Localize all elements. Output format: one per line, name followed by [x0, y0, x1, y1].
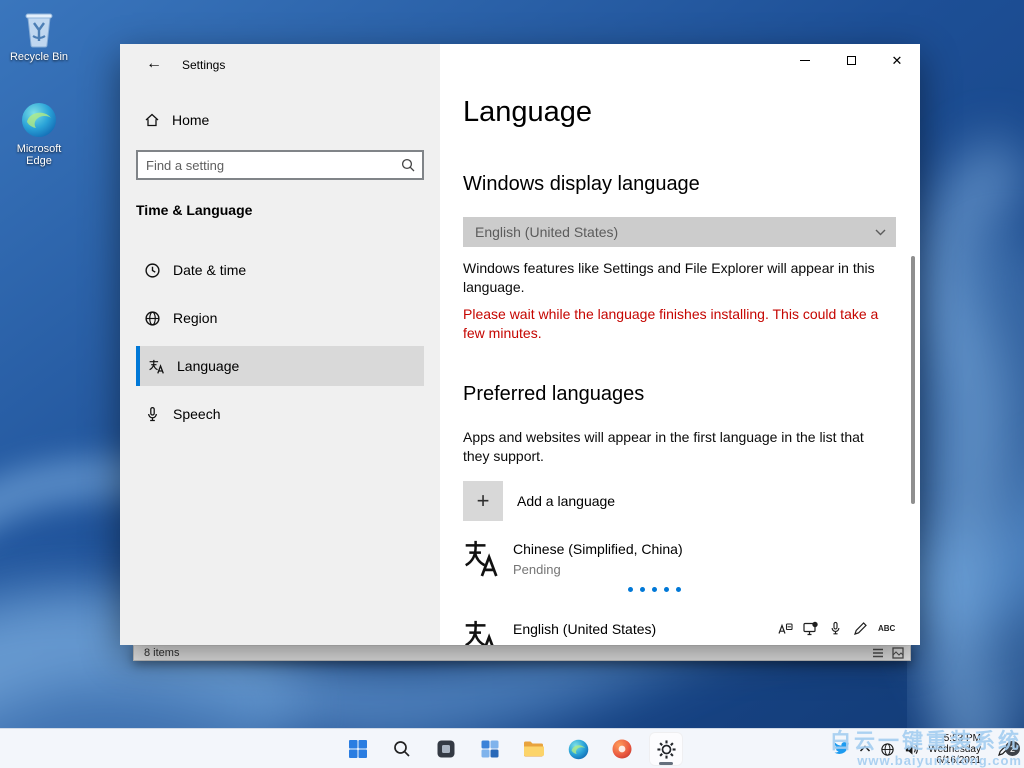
settings-taskbar-button[interactable]: [649, 732, 683, 766]
clock-date: 6/16/2021: [928, 755, 981, 766]
vertical-scrollbar[interactable]: [911, 256, 915, 504]
language-item-english[interactable]: English (United States): [463, 618, 656, 645]
twitter-icon[interactable]: [832, 741, 850, 757]
language-icon: [148, 358, 165, 375]
desktop-icon-label: Microsoft Edge: [6, 143, 72, 167]
gear-icon: [656, 739, 677, 760]
handwriting-icon: [853, 621, 868, 636]
settings-main-pane: ✕ Language Windows display language Engl…: [440, 44, 920, 645]
edge-icon: [19, 100, 59, 140]
task-view-button[interactable]: [429, 732, 463, 766]
installing-warning-text: Please wait while the language finishes …: [463, 305, 887, 343]
window-title: Settings: [182, 58, 225, 72]
home-label: Home: [172, 112, 209, 128]
maximize-button[interactable]: [828, 44, 874, 77]
close-icon: ✕: [892, 53, 903, 69]
folder-icon: [522, 737, 546, 761]
file-explorer-status-bar: 8 items: [133, 645, 911, 661]
task-view-icon: [435, 738, 457, 760]
clock-time: 5:53 PM: [928, 733, 981, 744]
language-name: English (United States): [513, 618, 656, 638]
volume-icon[interactable]: [904, 742, 919, 757]
search-icon: [400, 157, 416, 173]
sidebar-item-home[interactable]: Home: [136, 100, 424, 140]
home-icon: [144, 112, 160, 128]
plus-icon: +: [463, 481, 503, 521]
language-status: Pending: [513, 562, 683, 577]
sidebar-item-label: Speech: [173, 406, 220, 422]
back-button[interactable]: ←: [136, 50, 172, 78]
installing-progress-dots: [628, 587, 681, 592]
desktop-icon-microsoft-edge[interactable]: Microsoft Edge: [6, 100, 72, 167]
globe-icon: [144, 310, 161, 327]
desktop-icon-recycle-bin[interactable]: Recycle Bin: [6, 8, 72, 63]
windows-logo-icon: [347, 738, 369, 760]
settings-window: ← Settings Home Time & Language: [120, 44, 920, 645]
sidebar-item-label: Language: [177, 358, 239, 374]
speech-icon: [828, 621, 843, 636]
page-title: Language: [463, 96, 592, 129]
file-explorer-button[interactable]: [517, 732, 551, 766]
settings-sidebar: ← Settings Home Time & Language: [120, 44, 440, 645]
back-arrow-icon: ←: [146, 55, 162, 73]
sidebar-section-header: Time & Language: [136, 202, 252, 218]
display-language-description: Windows features like Settings and File …: [463, 259, 887, 297]
add-language-label: Add a language: [517, 493, 615, 509]
sidebar-item-label: Region: [173, 310, 217, 326]
widgets-button[interactable]: [473, 732, 507, 766]
chevron-down-icon: [875, 229, 886, 236]
sidebar-item-label: Date & time: [173, 262, 246, 278]
sidebar-item-date-time[interactable]: Date & time: [136, 250, 424, 290]
settings-search-box: [136, 150, 424, 180]
language-pack-icon: [778, 621, 793, 636]
add-language-button[interactable]: + Add a language: [463, 481, 615, 521]
notification-center-button[interactable]: 2: [990, 735, 1018, 763]
basic-typing-icon: ABC: [878, 624, 895, 633]
recycle-bin-icon: [20, 8, 58, 48]
maximize-icon: [847, 56, 856, 65]
display-language-icon: [803, 621, 818, 636]
notification-count-badge: 2: [1005, 741, 1020, 756]
microphone-icon: [144, 406, 161, 423]
desktop: Recycle Bin Microsoft Edge 8 items: [0, 0, 1024, 768]
minimize-button[interactable]: [782, 44, 828, 77]
sidebar-item-language[interactable]: Language: [136, 346, 424, 386]
edge-icon: [567, 738, 590, 761]
sidebar-item-speech[interactable]: Speech: [136, 394, 424, 434]
preferred-languages-heading: Preferred languages: [463, 383, 644, 406]
clock-icon: [144, 262, 161, 279]
taskbar-clock[interactable]: 5:53 PM Wednesday 6/16/2021: [928, 733, 981, 766]
red-app-icon: [611, 738, 633, 760]
taskbar-tray: 5:53 PM Wednesday 6/16/2021 2: [832, 729, 1018, 768]
minimize-icon: [800, 60, 810, 61]
clock-day: Wednesday: [928, 744, 981, 755]
display-language-dropdown[interactable]: English (United States): [463, 217, 896, 247]
search-icon: [392, 739, 412, 759]
language-name: Chinese (Simplified, China): [513, 538, 683, 558]
close-button[interactable]: ✕: [874, 44, 920, 77]
details-view-icon[interactable]: [872, 647, 884, 659]
edge-button[interactable]: [561, 732, 595, 766]
network-icon[interactable]: [880, 742, 895, 757]
language-item-chinese[interactable]: Chinese (Simplified, China) Pending: [463, 538, 683, 578]
explorer-items-count: 8 items: [144, 647, 179, 659]
search-input[interactable]: [138, 152, 422, 178]
window-controls: ✕: [782, 44, 920, 77]
dropdown-value: English (United States): [475, 224, 618, 240]
taskbar-center-icons: [341, 729, 683, 768]
taskbar-search-button[interactable]: [385, 732, 419, 766]
taskbar: 5:53 PM Wednesday 6/16/2021 2: [0, 728, 1024, 768]
language-glyph-icon: [463, 538, 499, 578]
language-glyph-icon: [463, 618, 499, 645]
start-button[interactable]: [341, 732, 375, 766]
display-language-heading: Windows display language: [463, 173, 700, 196]
hidden-icons-chevron[interactable]: [859, 745, 871, 753]
preferred-languages-description: Apps and websites will appear in the fir…: [463, 428, 887, 466]
language-feature-icons: ABC: [778, 621, 895, 636]
widgets-icon: [479, 738, 501, 760]
thumbnail-view-icon[interactable]: [892, 647, 904, 659]
sidebar-item-region[interactable]: Region: [136, 298, 424, 338]
pinned-app-button[interactable]: [605, 732, 639, 766]
desktop-icon-label: Recycle Bin: [10, 51, 68, 63]
